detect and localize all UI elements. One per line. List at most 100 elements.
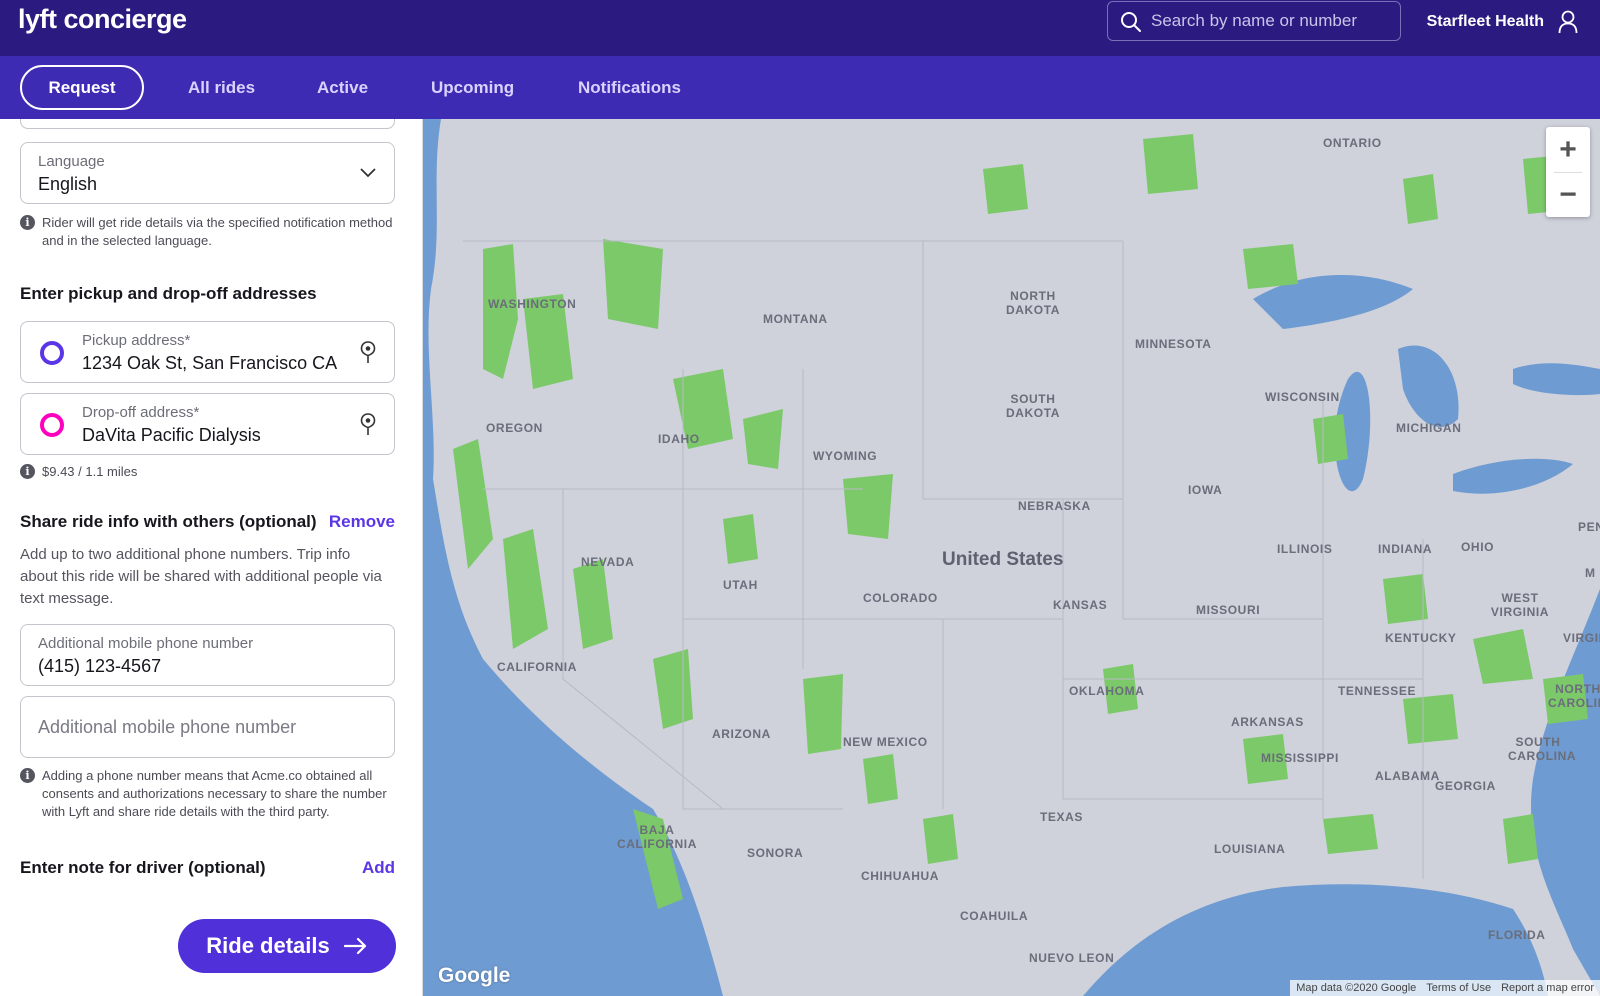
map-label: COLORADO [863, 591, 938, 605]
map-label: OREGON [486, 421, 543, 435]
notification-info-text: Rider will get ride details via the spec… [42, 215, 393, 248]
add-note-link[interactable]: Add [362, 858, 395, 878]
notification-field[interactable] [20, 119, 395, 129]
map-label: CALIFORNIA [497, 660, 577, 674]
zoom-in-button[interactable]: + [1546, 127, 1590, 172]
top-bar: lyft concierge Starfleet Health [0, 0, 1600, 56]
tab-request[interactable]: Request [20, 65, 144, 110]
arrow-right-icon [343, 937, 366, 955]
tab-upcoming[interactable]: Upcoming [431, 65, 514, 110]
map-pin-icon[interactable] [360, 413, 376, 437]
info-icon: i [20, 215, 35, 230]
google-logo: Google [438, 964, 511, 987]
map-label: M [1585, 566, 1596, 580]
tab-notifications[interactable]: Notifications [578, 65, 681, 110]
fare-info-text: $9.43 / 1.1 miles [42, 464, 138, 479]
map-label: KENTUCKY [1385, 631, 1457, 645]
language-value: English [38, 174, 98, 194]
request-form-panel[interactable]: Language English i Rider will get ride d… [0, 119, 423, 996]
additional-phone-field-2[interactable]: Additional mobile phone number [20, 696, 395, 758]
map-label: ARKANSAS [1231, 715, 1304, 729]
map-label: INDIANA [1378, 542, 1433, 556]
map-label: MICHIGAN [1396, 421, 1462, 435]
phone2-placeholder: Additional mobile phone number [38, 717, 297, 737]
phone1-value: (415) 123-4567 [38, 656, 162, 676]
tab-all-rides[interactable]: All rides [188, 65, 255, 110]
report-map-error-link[interactable]: Report a map error [1501, 982, 1594, 994]
map-data-credit: Map data ©2020 Google [1296, 982, 1417, 994]
map-label: PENNS [1578, 520, 1600, 534]
search-input[interactable] [1151, 2, 1391, 40]
map-label: OHIO [1461, 540, 1495, 554]
map-label: WEST VIRGINIA [1490, 591, 1550, 619]
map-label: TEXAS [1040, 810, 1084, 824]
terms-of-use-link[interactable]: Terms of Use [1426, 982, 1491, 994]
search-box[interactable] [1107, 1, 1401, 41]
zoom-out-button[interactable]: − [1546, 172, 1590, 217]
map-label: IDAHO [658, 432, 700, 446]
remove-link[interactable]: Remove [329, 512, 395, 532]
map-label: ARIZONA [712, 727, 771, 741]
consent-info-text: Adding a phone number means that Acme.co… [42, 768, 387, 819]
map-label: NORTH DAKOTA [1005, 289, 1061, 317]
map-label: COAHUILA [960, 909, 1029, 923]
map-label: NORTH CAROLINA [1548, 682, 1600, 710]
map-label: GEORGIA [1435, 779, 1496, 793]
map-label: LOUISIANA [1214, 842, 1286, 856]
note-heading: Enter note for driver (optional) [20, 858, 266, 877]
pickup-address-field[interactable]: Pickup address* 1234 Oak St, San Francis… [20, 321, 395, 383]
map-label: MONTANA [763, 312, 828, 326]
map-label: WYOMING [813, 449, 878, 463]
fare-info: i $9.43 / 1.1 miles [20, 463, 395, 481]
map-label: UTAH [723, 578, 758, 592]
share-description: Add up to two additional phone numbers. … [20, 546, 382, 607]
language-label: Language [38, 153, 105, 170]
pickup-value: 1234 Oak St, San Francisco CA [82, 353, 338, 373]
notification-info: i Rider will get ride details via the sp… [20, 214, 395, 250]
ride-details-button[interactable]: Ride details [178, 919, 396, 973]
map-pin-icon[interactable] [360, 341, 376, 365]
tab-active[interactable]: Active [317, 65, 368, 110]
additional-phone-field-1[interactable]: Additional mobile phone number (415) 123… [20, 624, 395, 686]
map-label: MISSOURI [1196, 603, 1261, 617]
map-label: MINNESOTA [1135, 337, 1212, 351]
map-label: OKLAHOMA [1069, 684, 1145, 698]
map-label: BAJA CALIFORNIA [617, 823, 697, 851]
map-label: SOUTH CAROLINA [1508, 735, 1577, 763]
zoom-controls: + − [1546, 127, 1590, 217]
account-name: Starfleet Health [1426, 13, 1544, 30]
map-label: NUEVO LEON [1029, 951, 1115, 965]
search-icon [1121, 12, 1141, 32]
language-select[interactable]: Language English [20, 142, 395, 204]
map-label: FLORIDA [1488, 928, 1546, 942]
dropoff-address-field[interactable]: Drop-off address* DaVita Pacific Dialysi… [20, 393, 395, 455]
zoom-divider [1554, 172, 1582, 173]
map-label: WASHINGTON [488, 297, 577, 311]
info-icon: i [20, 768, 35, 783]
user-icon [1558, 10, 1578, 34]
map-label: SONORA [747, 846, 804, 860]
map-label: NEVADA [581, 555, 635, 569]
map-label: NEW MEXICO [843, 735, 928, 749]
map-label: ILLINOIS [1277, 542, 1333, 556]
map-label: NEBRASKA [1018, 499, 1091, 513]
map-label: IOWA [1188, 483, 1223, 497]
map-label: ONTARIO [1323, 136, 1382, 150]
consent-info: i Adding a phone number means that Acme.… [20, 767, 395, 821]
map-label: WISCONSIN [1265, 390, 1340, 404]
phone1-label: Additional mobile phone number [38, 635, 254, 652]
map-label: TENNESSEE [1338, 684, 1417, 698]
chevron-down-icon [360, 168, 376, 178]
map-label: ALABAMA [1375, 769, 1440, 783]
info-icon: i [20, 464, 35, 479]
dropoff-value: DaVita Pacific Dialysis [82, 425, 261, 445]
map-attribution: Map data ©2020 Google Terms of Use Repor… [1290, 980, 1600, 996]
map-label: MISSISSIPPI [1261, 751, 1339, 765]
map-label: CHIHUAHUA [861, 869, 940, 883]
pickup-label: Pickup address* [82, 332, 191, 349]
map-label: SOUTH DAKOTA [1005, 392, 1061, 420]
pickup-marker-icon [40, 341, 64, 365]
account-menu[interactable]: Starfleet Health [1427, 10, 1578, 34]
lyft-concierge-logo[interactable]: lyft concierge [18, 4, 187, 35]
map-view[interactable]: ONTARIO WASHINGTON MONTANA NORTH DAKOTA … [423, 119, 1600, 996]
